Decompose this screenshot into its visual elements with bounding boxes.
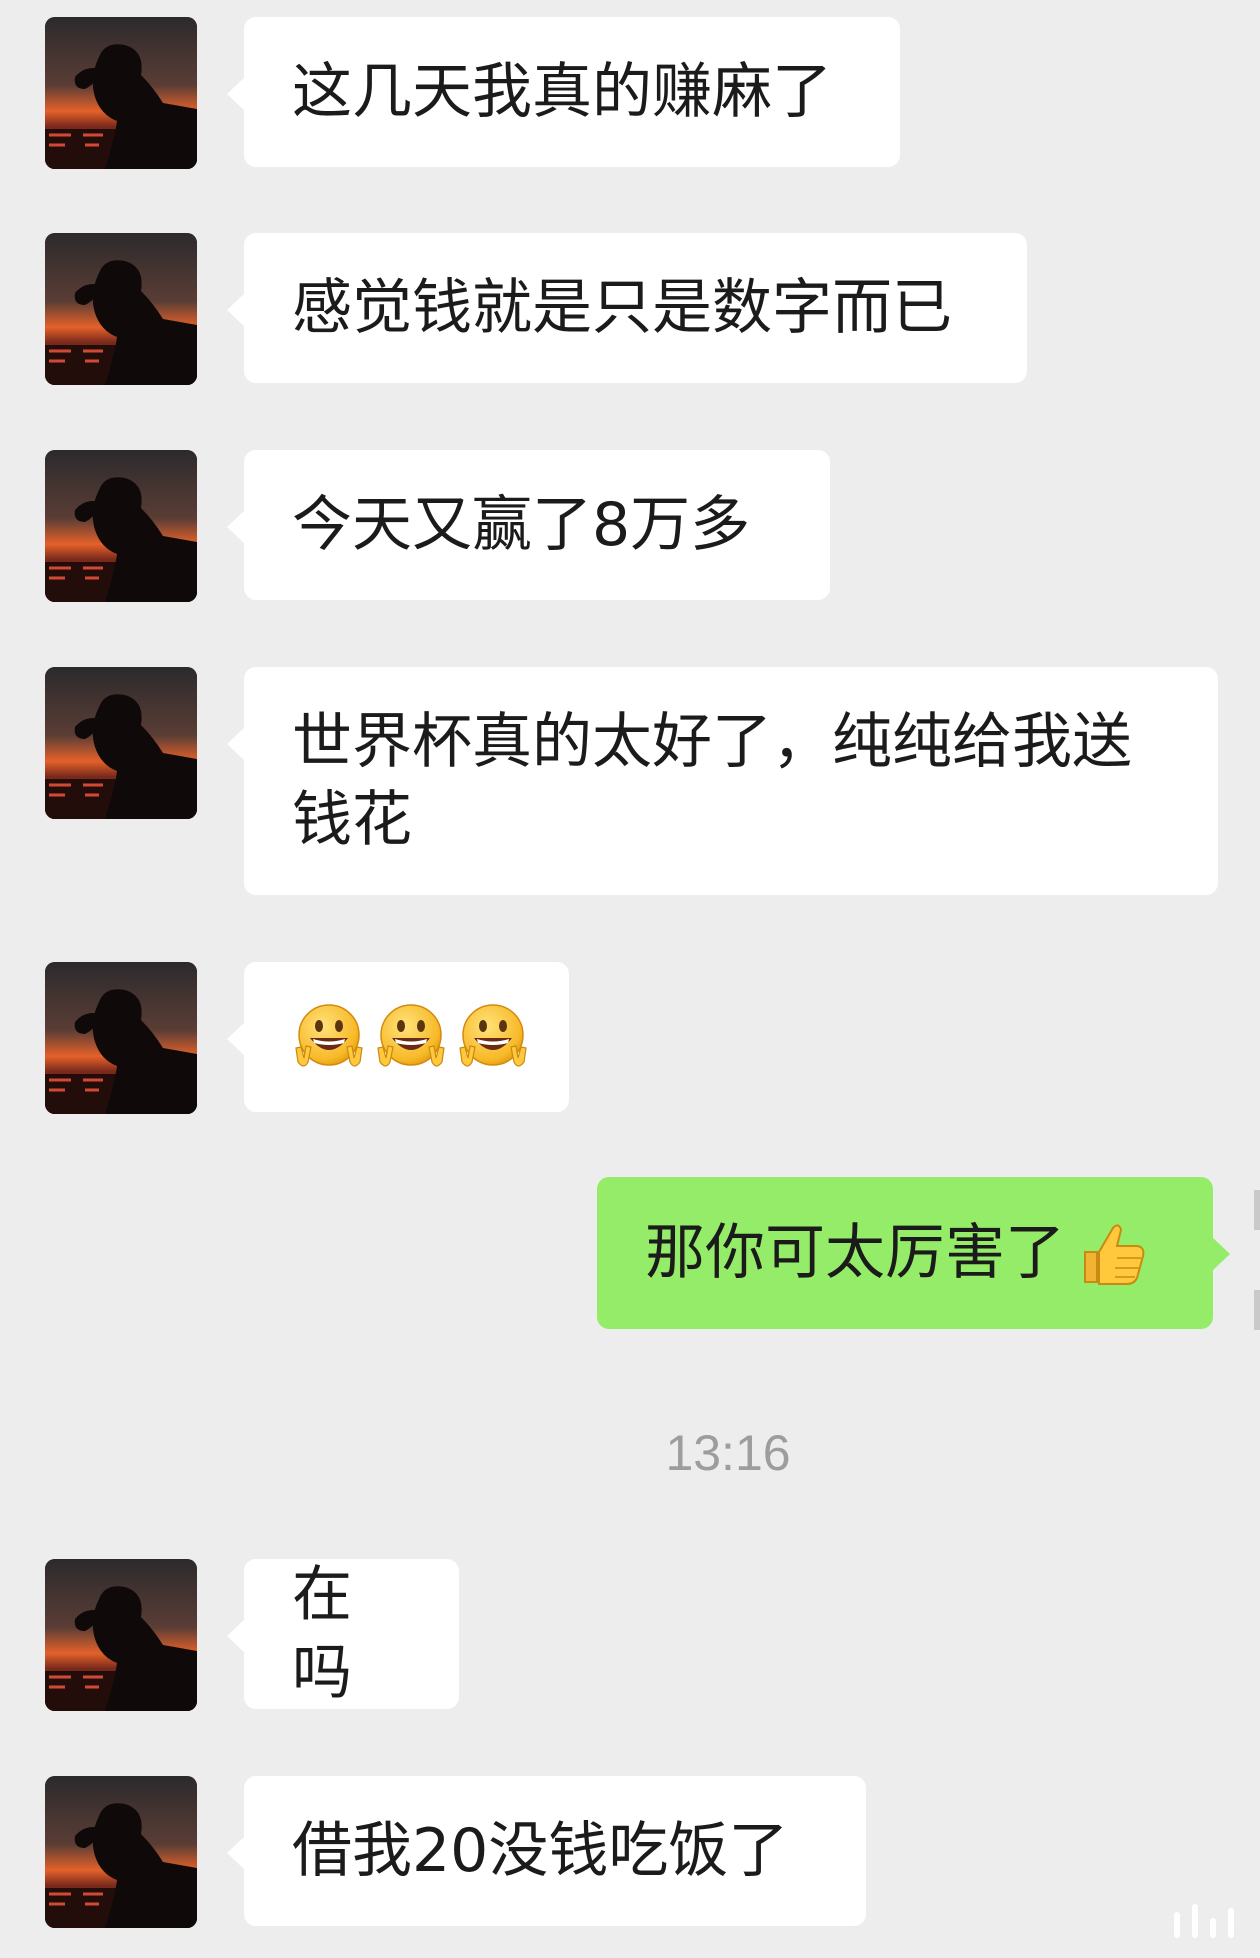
grin-victory-emoji bbox=[377, 1004, 445, 1067]
message-bubble-received[interactable]: 感觉钱就是只是数字而已 bbox=[227, 233, 1027, 383]
message-text: 今天又赢了8万多 bbox=[292, 490, 751, 560]
contact-avatar[interactable] bbox=[45, 233, 197, 385]
scroll-indicator bbox=[1174, 1904, 1234, 1938]
message-bubble-received[interactable]: 世界杯真的太好了，纯纯给我送 钱花 bbox=[227, 667, 1218, 895]
timestamp: 13:16 bbox=[665, 1425, 791, 1481]
message-text: 感觉钱就是只是数字而已 bbox=[292, 273, 952, 343]
grin-victory-emoji bbox=[459, 1004, 527, 1067]
message-bubble-received[interactable]: 这几天我真的赚麻了 bbox=[227, 17, 900, 167]
message-text-line: 钱花 bbox=[292, 785, 412, 855]
contact-avatar[interactable] bbox=[45, 1776, 197, 1928]
message-bubble-received[interactable]: 今天又赢了8万多 bbox=[227, 450, 830, 600]
edge-divider bbox=[1254, 1290, 1260, 1330]
message-text: 在吗 bbox=[292, 1560, 352, 1708]
grin-victory-emoji bbox=[295, 1004, 363, 1067]
contact-avatar[interactable] bbox=[45, 667, 197, 819]
message-bubble-received[interactable]: 在吗 bbox=[227, 1559, 459, 1709]
contact-avatar[interactable] bbox=[45, 450, 197, 602]
message-bubble-received[interactable]: 借我20没钱吃饭了 bbox=[227, 1776, 866, 1926]
message-bubble-sent[interactable]: 那你可太厉害了 bbox=[597, 1177, 1230, 1329]
contact-avatar[interactable] bbox=[45, 17, 197, 169]
edge-divider bbox=[1254, 1190, 1260, 1230]
message-bubble-received[interactable] bbox=[227, 962, 569, 1112]
message-text-line: 世界杯真的太好了，纯纯给我送 bbox=[292, 707, 1132, 777]
message-text: 这几天我真的赚麻了 bbox=[292, 57, 832, 127]
contact-avatar[interactable] bbox=[45, 962, 197, 1114]
chat-window: 这几天我真的赚麻了 感觉钱就是只是数字而已 今天又赢了8万多 世界杯真的太好了，… bbox=[0, 0, 1260, 1958]
thumbs-up-emoji bbox=[1084, 1224, 1145, 1285]
emoji-row bbox=[292, 1000, 530, 1074]
message-text: 借我20没钱吃饭了 bbox=[292, 1816, 789, 1886]
contact-avatar[interactable] bbox=[45, 1559, 197, 1711]
message-text: 那你可太厉害了 bbox=[645, 1218, 1065, 1288]
